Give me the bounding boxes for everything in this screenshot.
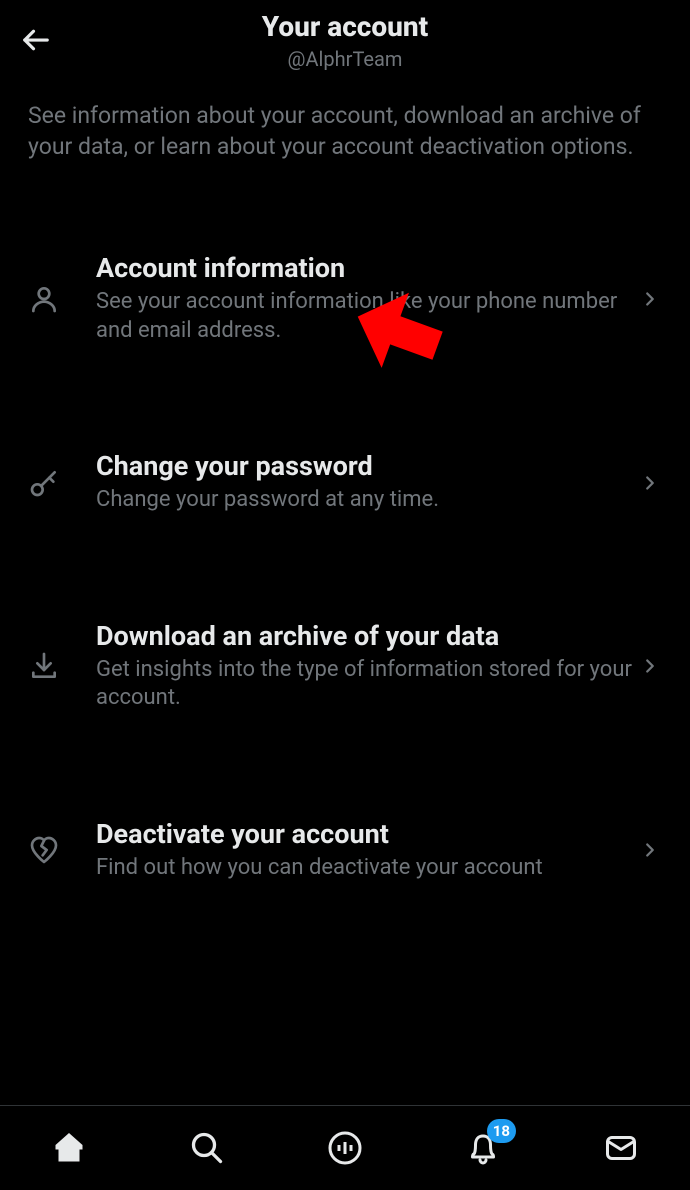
menu-item-account-information[interactable]: Account information See your account inf…: [0, 252, 690, 345]
menu-item-title: Account information: [96, 252, 638, 284]
menu-item-title: Change your password: [96, 450, 638, 482]
menu-item-title: Download an archive of your data: [96, 620, 638, 652]
menu-item-desc: Change your password at any time.: [96, 486, 638, 515]
heartbreak-icon: [28, 834, 78, 866]
header-center: Your account @AlphrTeam: [16, 10, 674, 71]
page-title: Your account: [16, 10, 674, 43]
bottom-nav: 18: [0, 1105, 690, 1190]
notifications-badge: 18: [487, 1119, 516, 1143]
arrow-left-icon: [21, 25, 51, 55]
menu-item-text: Deactivate your account Find out how you…: [78, 818, 638, 883]
key-icon: [28, 467, 78, 499]
home-icon: [51, 1130, 87, 1166]
nav-home[interactable]: [44, 1123, 94, 1173]
mic-icon: [327, 1130, 363, 1166]
menu-item-text: Account information See your account inf…: [78, 252, 638, 345]
menu-item-desc: Get insights into the type of informatio…: [96, 656, 638, 713]
page-subtitle: @AlphrTeam: [16, 47, 674, 71]
menu-item-change-password[interactable]: Change your password Change your passwor…: [0, 450, 690, 515]
header: Your account @AlphrTeam: [0, 0, 690, 80]
nav-search[interactable]: [182, 1123, 232, 1173]
chevron-right-icon: [638, 288, 662, 310]
chevron-right-icon: [638, 839, 662, 861]
nav-messages[interactable]: [596, 1123, 646, 1173]
menu-item-deactivate-account[interactable]: Deactivate your account Find out how you…: [0, 818, 690, 883]
menu-item-text: Change your password Change your passwor…: [78, 450, 638, 515]
menu-item-text: Download an archive of your data Get ins…: [78, 620, 638, 713]
page-description: See information about your account, down…: [0, 80, 690, 162]
person-icon: [28, 283, 78, 315]
download-icon: [28, 650, 78, 682]
envelope-icon: [603, 1130, 639, 1166]
search-icon: [189, 1130, 225, 1166]
menu-item-title: Deactivate your account: [96, 818, 638, 850]
back-button[interactable]: [16, 20, 56, 60]
chevron-right-icon: [638, 472, 662, 494]
menu-item-download-archive[interactable]: Download an archive of your data Get ins…: [0, 620, 690, 713]
menu-list: Account information See your account inf…: [0, 252, 690, 883]
menu-item-desc: Find out how you can deactivate your acc…: [96, 854, 638, 883]
menu-item-desc: See your account information like your p…: [96, 288, 638, 345]
chevron-right-icon: [638, 655, 662, 677]
nav-spaces[interactable]: [320, 1123, 370, 1173]
nav-notifications[interactable]: 18: [458, 1123, 508, 1173]
